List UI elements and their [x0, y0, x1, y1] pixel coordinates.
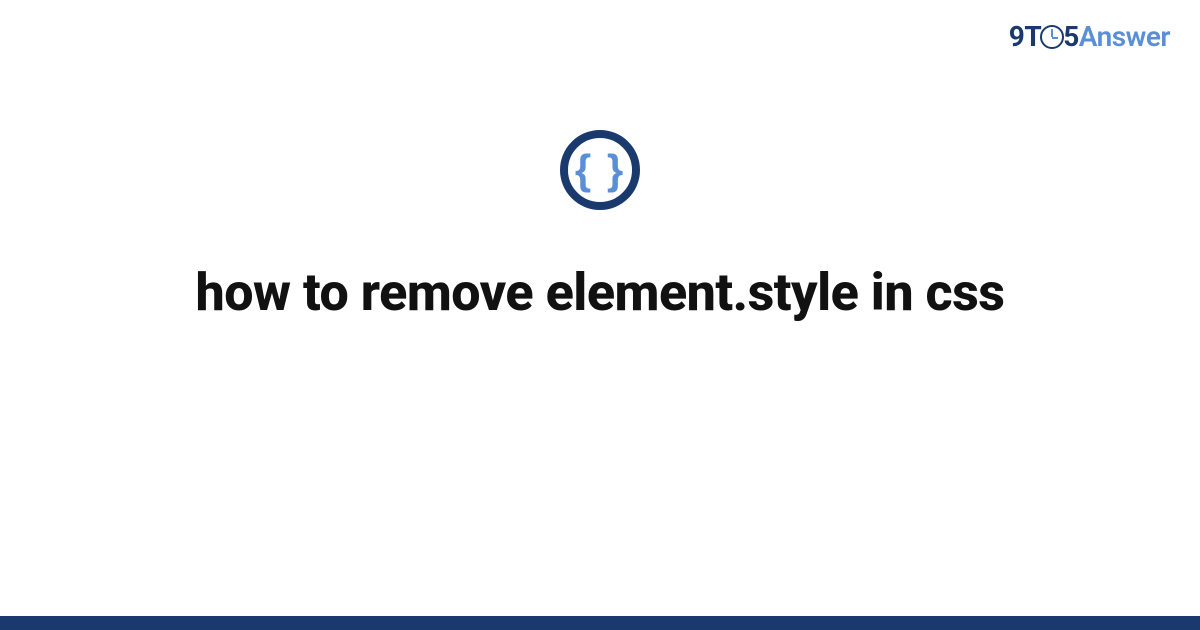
logo-text-answer: Answer: [1079, 20, 1170, 53]
clock-icon: [1041, 20, 1063, 53]
topic-icon-circle: { }: [560, 130, 640, 210]
site-logo: 9T 5Answer: [1009, 20, 1170, 53]
main-content: { } how to remove element.style in css: [0, 130, 1200, 325]
question-title: how to remove element.style in css: [0, 260, 1200, 325]
css-braces-icon: { }: [575, 149, 625, 191]
logo-text-5: 5: [1063, 20, 1079, 53]
logo-text-9t: 9T: [1009, 20, 1041, 53]
footer-accent-bar: [0, 616, 1200, 630]
